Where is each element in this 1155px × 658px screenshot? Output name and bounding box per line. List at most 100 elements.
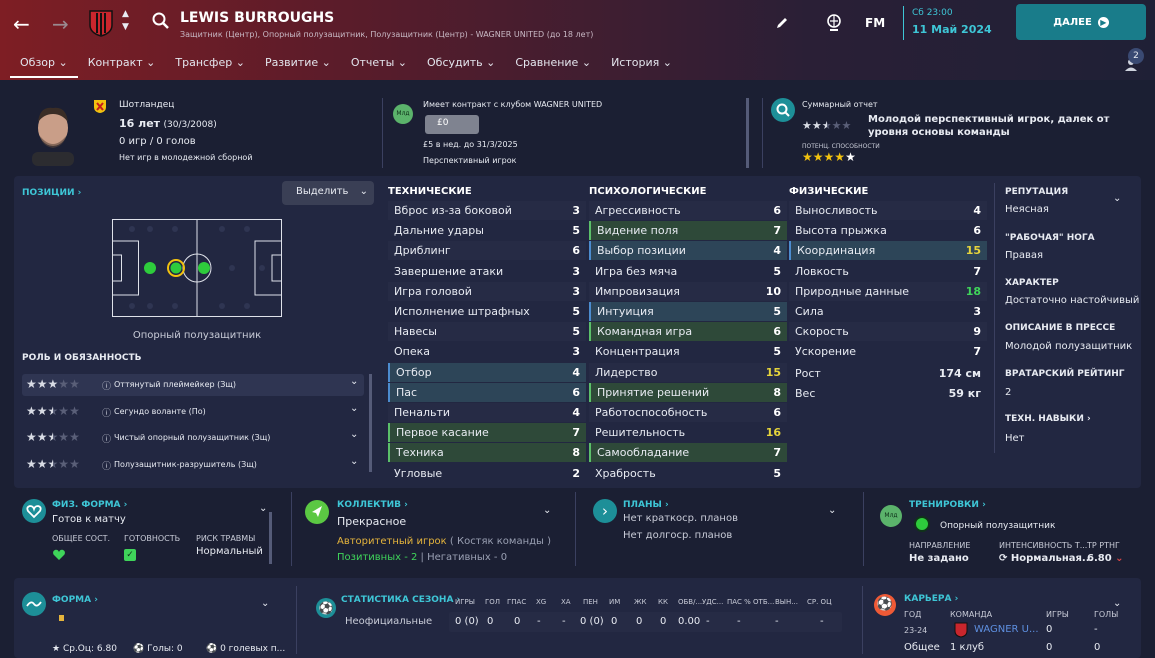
chevron-down-icon[interactable]: ⌄: [350, 376, 358, 387]
negative-relations: Негативных - 0: [427, 552, 508, 563]
chevron-down-icon[interactable]: ⌄: [543, 505, 551, 516]
attribute-row[interactable]: Выносливость 4: [789, 201, 987, 220]
attribute-row[interactable]: Видение поля 7: [589, 221, 787, 241]
scrollbar[interactable]: [369, 374, 372, 472]
attribute-row[interactable]: Пенальти 4: [388, 403, 586, 422]
attribute-row[interactable]: Пас 6: [388, 382, 586, 402]
tab-discuss[interactable]: Обсудить ⌄: [417, 56, 505, 78]
tab-development[interactable]: Развитие ⌄: [255, 56, 341, 78]
plans-title[interactable]: ПЛАНЫ ›: [623, 500, 669, 510]
attribute-row[interactable]: Импровизация 10: [589, 281, 787, 301]
attribute-row[interactable]: Работоспособность 6: [589, 403, 787, 422]
scrollbar[interactable]: [746, 98, 749, 168]
chevron-down-icon[interactable]: ⌄: [350, 456, 358, 467]
attribute-row[interactable]: Навесы 5: [388, 322, 586, 342]
role-row[interactable]: ★★★★★ ⓘ Оттянутый плеймейкер (Зщ) ⌄: [22, 374, 364, 396]
attribute-row[interactable]: Самообладание 7: [589, 443, 787, 463]
career-team[interactable]: WAGNER U...: [974, 624, 1039, 635]
attribute-row[interactable]: Агрессивность 6: [589, 201, 787, 220]
attribute-row[interactable]: Ловкость 7: [789, 262, 987, 281]
squad-title[interactable]: КОЛЛЕКТИВ ›: [337, 500, 408, 510]
tab-compare[interactable]: Сравнение ⌄: [505, 56, 601, 78]
attribute-row[interactable]: Принятие решений 8: [589, 382, 787, 402]
pencil-icon[interactable]: [775, 16, 789, 30]
header-bar: ← → ▲ ▼ LEWIS BURROUGHS Защитник (Центр)…: [0, 0, 1155, 80]
tab-overview[interactable]: Обзор ⌄: [10, 56, 78, 78]
contract-badge: Млд: [393, 104, 413, 124]
selected-position-label: Опорный полузащитник: [132, 330, 262, 341]
attribute-row[interactable]: Ускорение 7: [789, 342, 987, 361]
form-average: ★ Ср.Оц: 6.80: [52, 644, 117, 654]
attribute-row[interactable]: Завершение атаки 3: [388, 262, 586, 281]
injury-risk-label: РИСК ТРАВМЫ: [196, 534, 256, 543]
attribute-row[interactable]: Выбор позиции 4: [589, 241, 787, 261]
attribute-row[interactable]: Скорость 9: [789, 322, 987, 342]
highlight-dropdown[interactable]: Выделить ⌄: [282, 181, 374, 205]
training-title[interactable]: ТРЕНИРОВКИ ›: [909, 500, 986, 510]
attribute-row[interactable]: Командная игра 6: [589, 322, 787, 342]
season-value: 0: [487, 616, 494, 627]
fitness-title[interactable]: ФИЗ. ФОРМА ›: [52, 500, 127, 510]
positions-title[interactable]: ПОЗИЦИИ ›: [22, 188, 81, 198]
chevron-down-icon[interactable]: ⌄: [350, 403, 358, 414]
season-stats-title[interactable]: СТАТИСТИКА СЕЗОНА ›: [341, 595, 460, 605]
globe-icon[interactable]: [826, 14, 842, 32]
role-row[interactable]: ★★★★★ ⓘ Сегундо воланте (По) ⌄: [22, 401, 364, 423]
attribute-row[interactable]: Сила 3: [789, 302, 987, 321]
chevron-down-icon[interactable]: ⌄: [350, 429, 358, 440]
attribute-row[interactable]: Игра головой 3: [388, 281, 586, 301]
report-icon: [771, 98, 795, 122]
attribute-row[interactable]: Решительность 16: [589, 423, 787, 442]
fm-logo[interactable]: FM: [865, 16, 885, 30]
search-icon[interactable]: [152, 12, 170, 30]
chevron-down-icon[interactable]: ⌄: [828, 505, 836, 516]
club-crest-icon[interactable]: [88, 9, 114, 37]
tab-contract[interactable]: Контракт ⌄: [78, 56, 166, 78]
tab-reports[interactable]: Отчеты ⌄: [341, 56, 417, 78]
tab-transfer[interactable]: Трансфер ⌄: [165, 56, 255, 78]
contract-value-field[interactable]: £0: [425, 115, 479, 134]
position-dot-mc: [198, 262, 210, 274]
attribute-row[interactable]: Дальние удары 5: [388, 221, 586, 240]
chevron-down-icon[interactable]: ⌄: [1113, 193, 1121, 204]
attribute-row[interactable]: Лидерство 15: [589, 362, 787, 382]
roles-title: РОЛЬ И ОБЯЗАННОСТЬ: [22, 353, 142, 363]
attribute-row[interactable]: Храбрость 5: [589, 464, 787, 483]
attribute-row[interactable]: Угловые 2: [388, 464, 586, 483]
attribute-row[interactable]: Игра без мяча 5: [589, 262, 787, 281]
attribute-name: Принятие решений: [597, 385, 710, 399]
attribute-row[interactable]: Техника 8: [388, 443, 586, 463]
attribute-row[interactable]: Опека 3: [388, 342, 586, 361]
attribute-row[interactable]: Природные данные 18: [789, 281, 987, 301]
attribute-row[interactable]: Концентрация 5: [589, 342, 787, 361]
role-row[interactable]: ★★★★★ ⓘ Полузащитник-разрушитель (Зщ) ⌄: [22, 454, 364, 476]
back-arrow-icon[interactable]: ←: [13, 12, 30, 36]
forward-arrow-icon[interactable]: →: [52, 12, 69, 36]
scrollbar[interactable]: [269, 512, 272, 564]
height-value: 174 см: [938, 367, 981, 380]
role-row[interactable]: ★★★★★ ⓘ Чистый опорный полузащитник (Зщ) ⌄: [22, 427, 364, 449]
form-title[interactable]: ФОРМА ›: [52, 595, 98, 605]
fitness-value: Готов к матчу: [52, 514, 126, 525]
attribute-row[interactable]: Координация 15: [789, 241, 987, 261]
tech-skills-link[interactable]: ТЕХН. НАВЫКИ ›: [1005, 414, 1091, 424]
attribute-row[interactable]: Первое касание 7: [388, 423, 586, 443]
attribute-name: Природные данные: [795, 284, 910, 298]
attribute-name: Игра головой: [394, 284, 472, 298]
weight-label: Вес: [795, 387, 816, 400]
attribute-row[interactable]: Вброс из-за боковой 3: [388, 201, 586, 220]
chevron-down-icon[interactable]: ⌄: [259, 503, 267, 514]
attribute-row[interactable]: Высота прыжка 6: [789, 221, 987, 240]
career-title[interactable]: КАРЬЕРА ›: [904, 594, 958, 604]
chevron-down-icon[interactable]: ⌄: [261, 598, 269, 609]
chevron-down-icon[interactable]: ⌄: [1113, 598, 1121, 609]
chevron-up-icon[interactable]: ▲: [122, 9, 129, 19]
chevron-down-icon[interactable]: ▼: [122, 22, 129, 32]
tab-history[interactable]: История ⌄: [601, 56, 682, 78]
continue-button[interactable]: ДАЛЕЕ ▶: [1016, 4, 1146, 40]
attribute-row[interactable]: Дриблинг 6: [388, 241, 586, 261]
attribute-row[interactable]: Интуиция 5: [589, 302, 787, 321]
attribute-row[interactable]: Исполнение штрафных 5: [388, 302, 586, 321]
attribute-row[interactable]: Отбор 4: [388, 362, 586, 382]
info-icon: ⓘ: [102, 435, 112, 445]
